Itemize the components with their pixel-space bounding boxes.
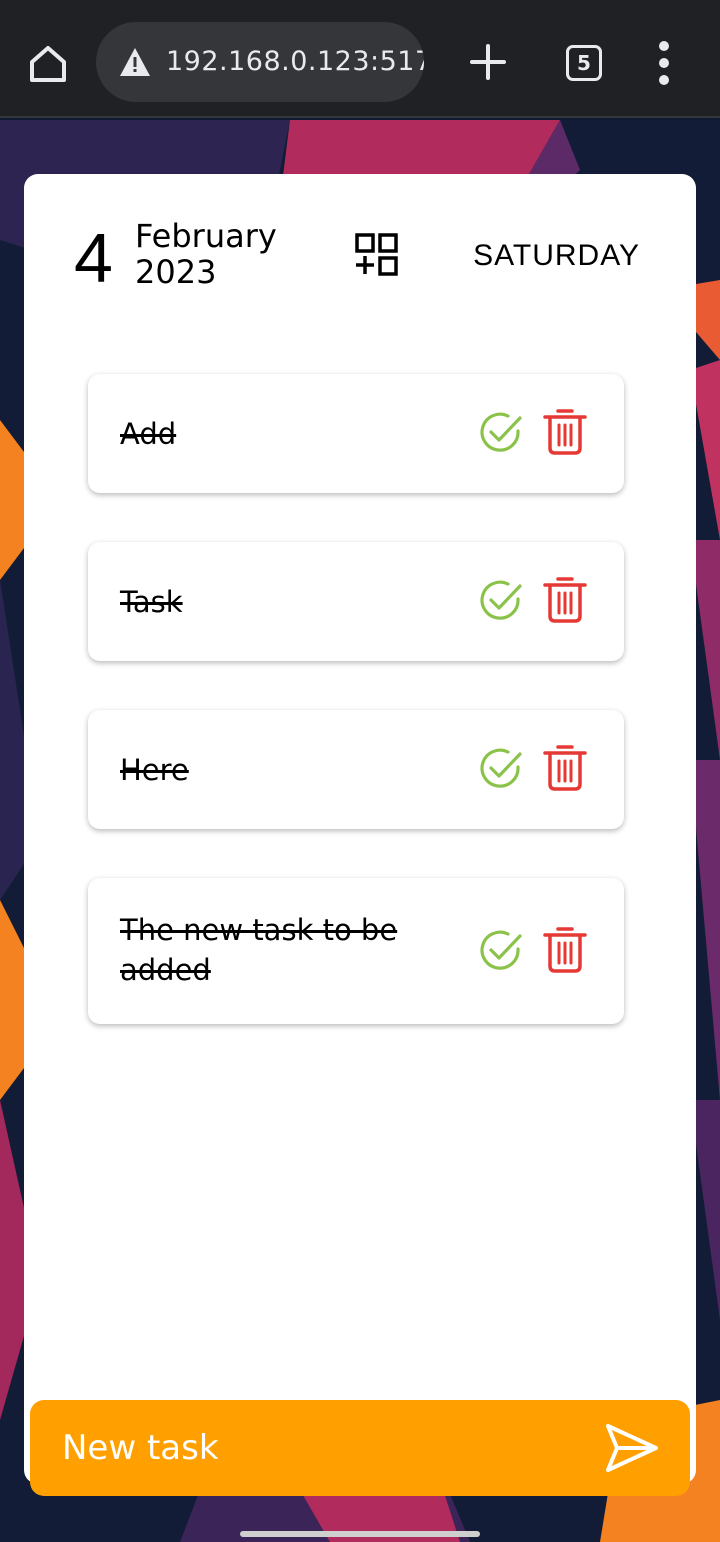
new-tab-icon[interactable] xyxy=(464,38,512,86)
tab-count: 5 xyxy=(577,51,591,75)
date-day: 4 xyxy=(74,219,113,297)
task-item[interactable]: Task xyxy=(88,542,624,661)
delete-trash-icon[interactable] xyxy=(543,742,587,792)
delete-trash-icon[interactable] xyxy=(543,574,587,624)
task-label: Here xyxy=(120,753,189,787)
more-menu-icon[interactable] xyxy=(640,38,688,88)
url-text[interactable]: 192.168.0.123:5173/ xyxy=(166,42,424,82)
task-label: Add xyxy=(120,417,177,451)
delete-trash-icon[interactable] xyxy=(543,924,587,974)
home-icon[interactable] xyxy=(24,40,72,88)
add-grid-icon[interactable] xyxy=(352,232,402,282)
complete-check-icon[interactable] xyxy=(478,578,524,624)
complete-check-icon[interactable] xyxy=(478,928,524,974)
complete-check-icon[interactable] xyxy=(478,746,524,792)
browser-toolbar: 192.168.0.123:5173/ 5 xyxy=(0,0,720,118)
date-month: February xyxy=(135,217,277,255)
new-task-bar xyxy=(30,1400,690,1496)
task-label: The new task to be added xyxy=(120,913,398,987)
weekday-label: SATURDAY xyxy=(473,239,640,272)
new-task-input[interactable] xyxy=(62,1418,602,1478)
not-secure-warning-icon[interactable] xyxy=(118,46,152,78)
task-item[interactable]: The new task to be added xyxy=(88,878,624,1024)
task-label: Task xyxy=(120,585,183,619)
send-icon[interactable] xyxy=(604,1422,660,1474)
gesture-navigation-bar[interactable] xyxy=(240,1531,480,1537)
tab-switcher-icon[interactable]: 5 xyxy=(566,45,602,81)
delete-trash-icon[interactable] xyxy=(543,406,587,456)
address-bar[interactable]: 192.168.0.123:5173/ xyxy=(96,22,424,102)
task-item[interactable]: Add xyxy=(88,374,624,493)
todo-card: 4 February 2023 SATURDAY Add Task Here T… xyxy=(24,174,696,1484)
date-year: 2023 xyxy=(135,253,217,291)
task-item[interactable]: Here xyxy=(88,710,624,829)
complete-check-icon[interactable] xyxy=(478,410,524,456)
